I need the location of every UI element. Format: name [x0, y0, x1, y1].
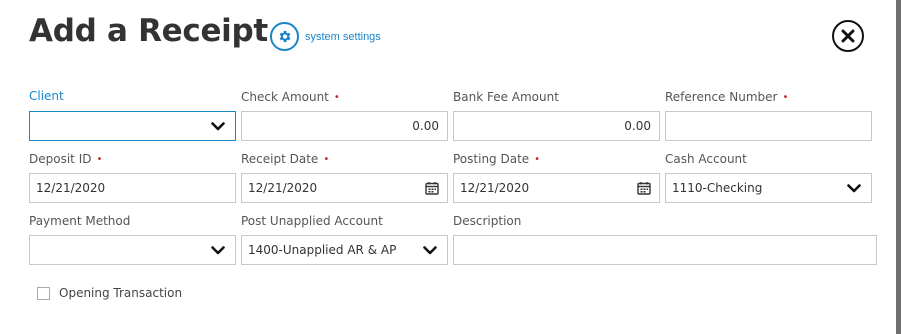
receipt-date-value: 12/21/2020	[248, 181, 318, 195]
calendar-icon[interactable]	[636, 180, 652, 196]
opening-transaction-label: Opening Transaction	[59, 286, 183, 300]
required-marker: •	[333, 92, 340, 103]
check-amount-value: 0.00	[412, 119, 439, 133]
payment-method-select[interactable]	[29, 235, 236, 265]
chevron-down-icon	[209, 120, 227, 132]
check-amount-label: Check Amount •	[241, 90, 340, 104]
client-label: Client	[29, 89, 64, 103]
description-label: Description	[453, 214, 522, 228]
close-button[interactable]	[832, 20, 864, 52]
chevron-down-icon	[421, 244, 439, 256]
opening-transaction-row: Opening Transaction	[37, 286, 182, 300]
bank-fee-amount-value: 0.00	[624, 119, 651, 133]
cash-account-value: 1110-Checking	[672, 181, 763, 195]
required-marker: •	[534, 154, 541, 165]
receipt-date-input[interactable]: 12/21/2020	[241, 173, 448, 203]
reference-number-label: Reference Number •	[665, 90, 789, 104]
description-input[interactable]	[453, 235, 877, 265]
bank-fee-amount-input[interactable]: 0.00	[453, 111, 660, 141]
required-marker: •	[323, 154, 330, 165]
required-marker: •	[782, 92, 789, 103]
bank-fee-amount-label: Bank Fee Amount	[453, 90, 559, 104]
reference-number-input[interactable]	[665, 111, 872, 141]
gear-icon	[270, 22, 299, 51]
close-icon	[841, 29, 855, 43]
client-select[interactable]	[29, 111, 236, 141]
cash-account-select[interactable]: 1110-Checking	[665, 173, 872, 203]
page-title: Add a Receipt	[29, 13, 268, 49]
payment-method-label: Payment Method	[29, 214, 131, 228]
post-unapplied-account-value: 1400-Unapplied AR & AP	[248, 243, 397, 257]
chevron-down-icon	[845, 182, 863, 194]
chevron-down-icon	[209, 244, 227, 256]
receipt-date-label: Receipt Date •	[241, 152, 330, 166]
post-unapplied-account-label: Post Unapplied Account	[241, 214, 383, 228]
deposit-id-input[interactable]: 12/21/2020	[29, 173, 236, 203]
posting-date-label: Posting Date •	[453, 152, 541, 166]
required-marker: •	[96, 154, 103, 165]
posting-date-value: 12/21/2020	[460, 181, 530, 195]
posting-date-input[interactable]: 12/21/2020	[453, 173, 660, 203]
deposit-id-value: 12/21/2020	[36, 181, 106, 195]
deposit-id-label: Deposit ID •	[29, 152, 103, 166]
opening-transaction-checkbox[interactable]	[37, 286, 50, 300]
window-border-right	[896, 0, 901, 334]
system-settings-label: system settings	[305, 30, 381, 43]
check-amount-input[interactable]: 0.00	[241, 111, 448, 141]
calendar-icon[interactable]	[424, 180, 440, 196]
system-settings-link[interactable]: system settings	[270, 22, 381, 51]
cash-account-label: Cash Account	[665, 152, 747, 166]
post-unapplied-account-select[interactable]: 1400-Unapplied AR & AP	[241, 235, 448, 265]
